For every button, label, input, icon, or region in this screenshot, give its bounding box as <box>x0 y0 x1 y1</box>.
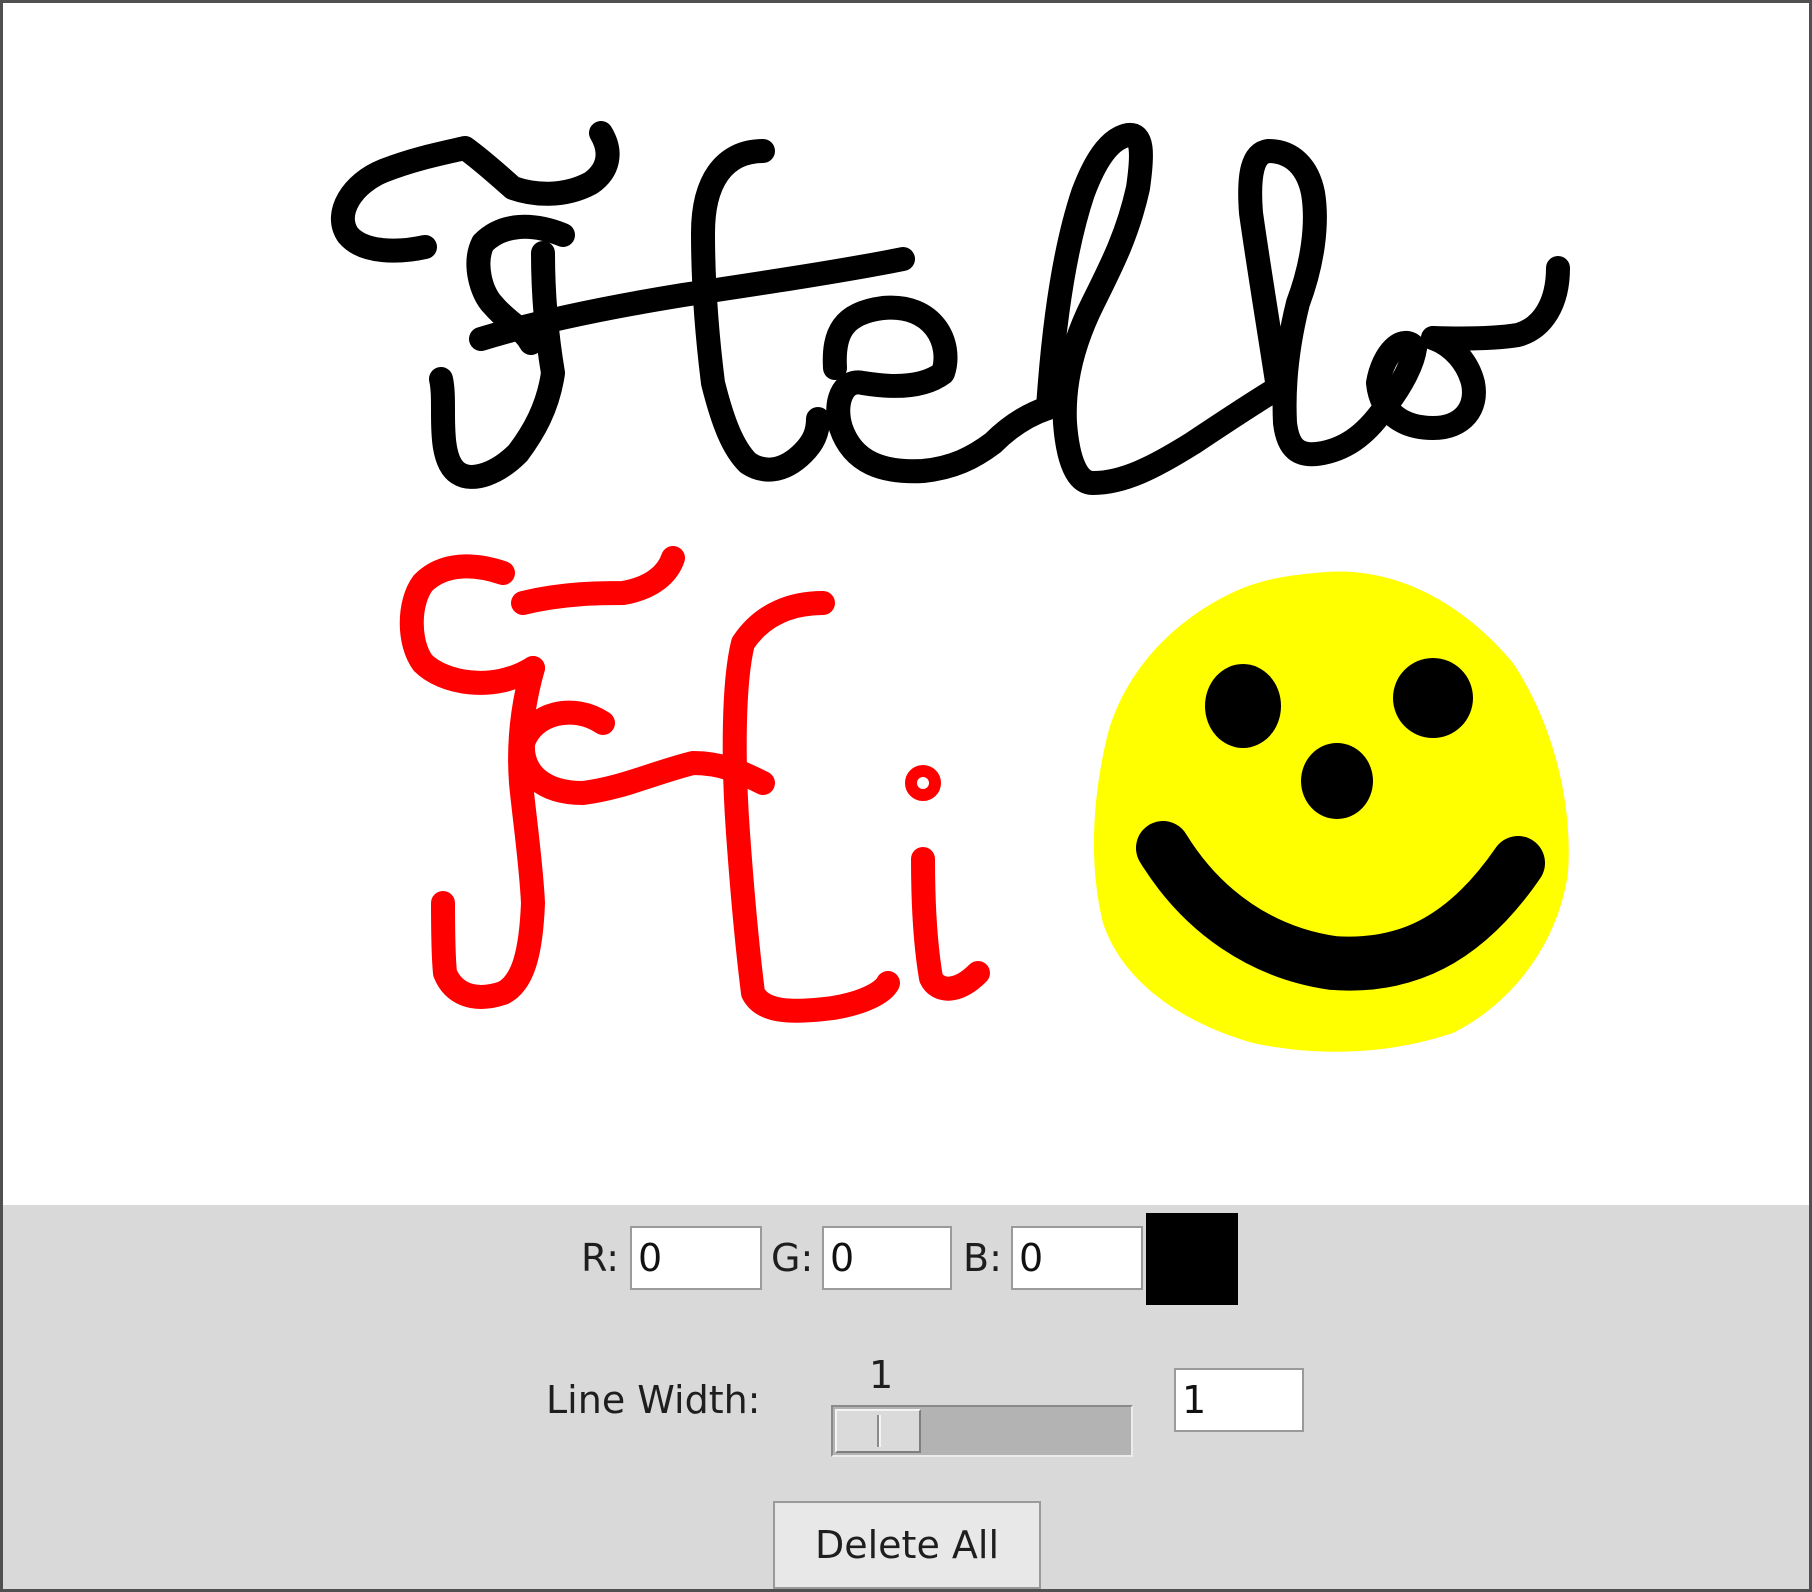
smiley-left-eye <box>1205 664 1281 748</box>
line-width-label: Line Width: <box>546 1378 761 1422</box>
r-label: R: <box>581 1236 620 1280</box>
drawing-app-window: R: G: B: Line Width: 1 Delete All <box>0 0 1812 1592</box>
delete-all-button[interactable]: Delete All <box>773 1501 1041 1589</box>
g-label: G: <box>771 1236 814 1280</box>
drawing-canvas[interactable] <box>3 3 1809 1205</box>
hello-strokes <box>331 121 1570 495</box>
line-width-slider[interactable] <box>831 1405 1133 1457</box>
slider-value-label: 1 <box>869 1353 894 1397</box>
color-preview-swatch <box>1146 1213 1238 1305</box>
smiley-nose <box>1301 743 1373 819</box>
canvas-drawing <box>331 121 1570 1052</box>
slider-grip-icon <box>877 1415 881 1447</box>
green-input[interactable] <box>822 1226 952 1290</box>
hi-strokes <box>399 546 990 1023</box>
slider-handle[interactable] <box>835 1409 921 1453</box>
b-label: B: <box>963 1236 1002 1280</box>
red-input[interactable] <box>630 1226 762 1290</box>
line-width-input[interactable] <box>1174 1368 1304 1432</box>
blue-input[interactable] <box>1011 1226 1143 1290</box>
smiley-right-eye <box>1393 658 1473 738</box>
controls-panel: R: G: B: Line Width: 1 Delete All <box>3 1205 1809 1589</box>
